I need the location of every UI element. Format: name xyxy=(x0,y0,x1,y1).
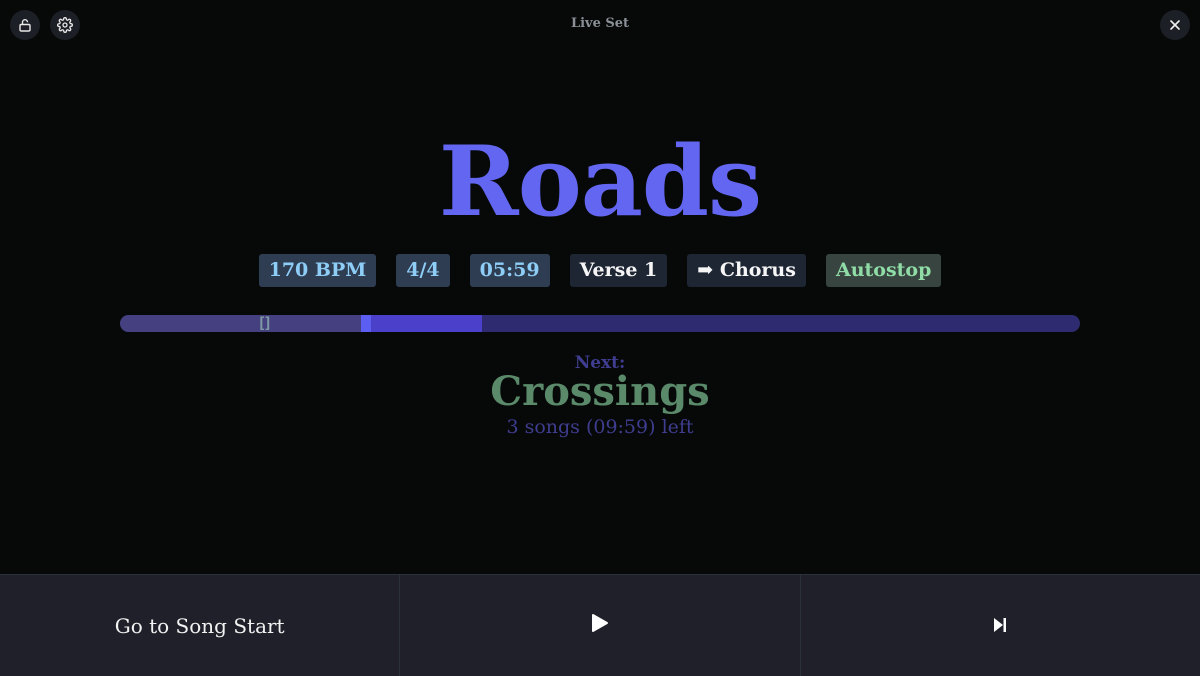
next-section-badge: ➡ Chorus xyxy=(687,254,806,287)
time-remaining-badge: 05:59 xyxy=(469,254,550,287)
play-icon xyxy=(591,613,609,638)
close-icon xyxy=(1169,19,1181,31)
go-to-song-start-button[interactable]: Go to Song Start xyxy=(0,575,399,676)
close-button[interactable] xyxy=(1160,10,1190,40)
go-to-song-start-label: Go to Song Start xyxy=(114,613,285,638)
song-progress-bar[interactable]: [] xyxy=(120,315,1080,332)
song-title: Roads xyxy=(438,125,762,238)
skip-next-icon xyxy=(993,614,1007,638)
progress-playhead[interactable] xyxy=(360,315,371,332)
next-song-title: Crossings xyxy=(490,368,710,415)
progress-current-section-segment xyxy=(370,315,482,332)
loop-marker-icon[interactable]: [] xyxy=(256,315,272,332)
song-info-badges: 170 BPM 4/4 05:59 Verse 1 ➡ Chorus Autos… xyxy=(0,254,1200,287)
skip-next-button[interactable] xyxy=(799,575,1200,676)
progress-played-segment xyxy=(120,315,361,332)
top-bar: Live Set xyxy=(0,0,1200,50)
transport-bar: Go to Song Start xyxy=(0,574,1200,676)
play-button[interactable] xyxy=(399,575,799,676)
time-signature-badge: 4/4 xyxy=(396,254,450,287)
app-title: Live Set xyxy=(570,16,630,31)
bpm-badge: 170 BPM xyxy=(258,254,377,287)
current-section-badge: Verse 1 xyxy=(569,254,668,287)
autostop-badge[interactable]: Autostop xyxy=(825,254,942,287)
songs-remaining: 3 songs (09:59) left xyxy=(506,416,694,438)
